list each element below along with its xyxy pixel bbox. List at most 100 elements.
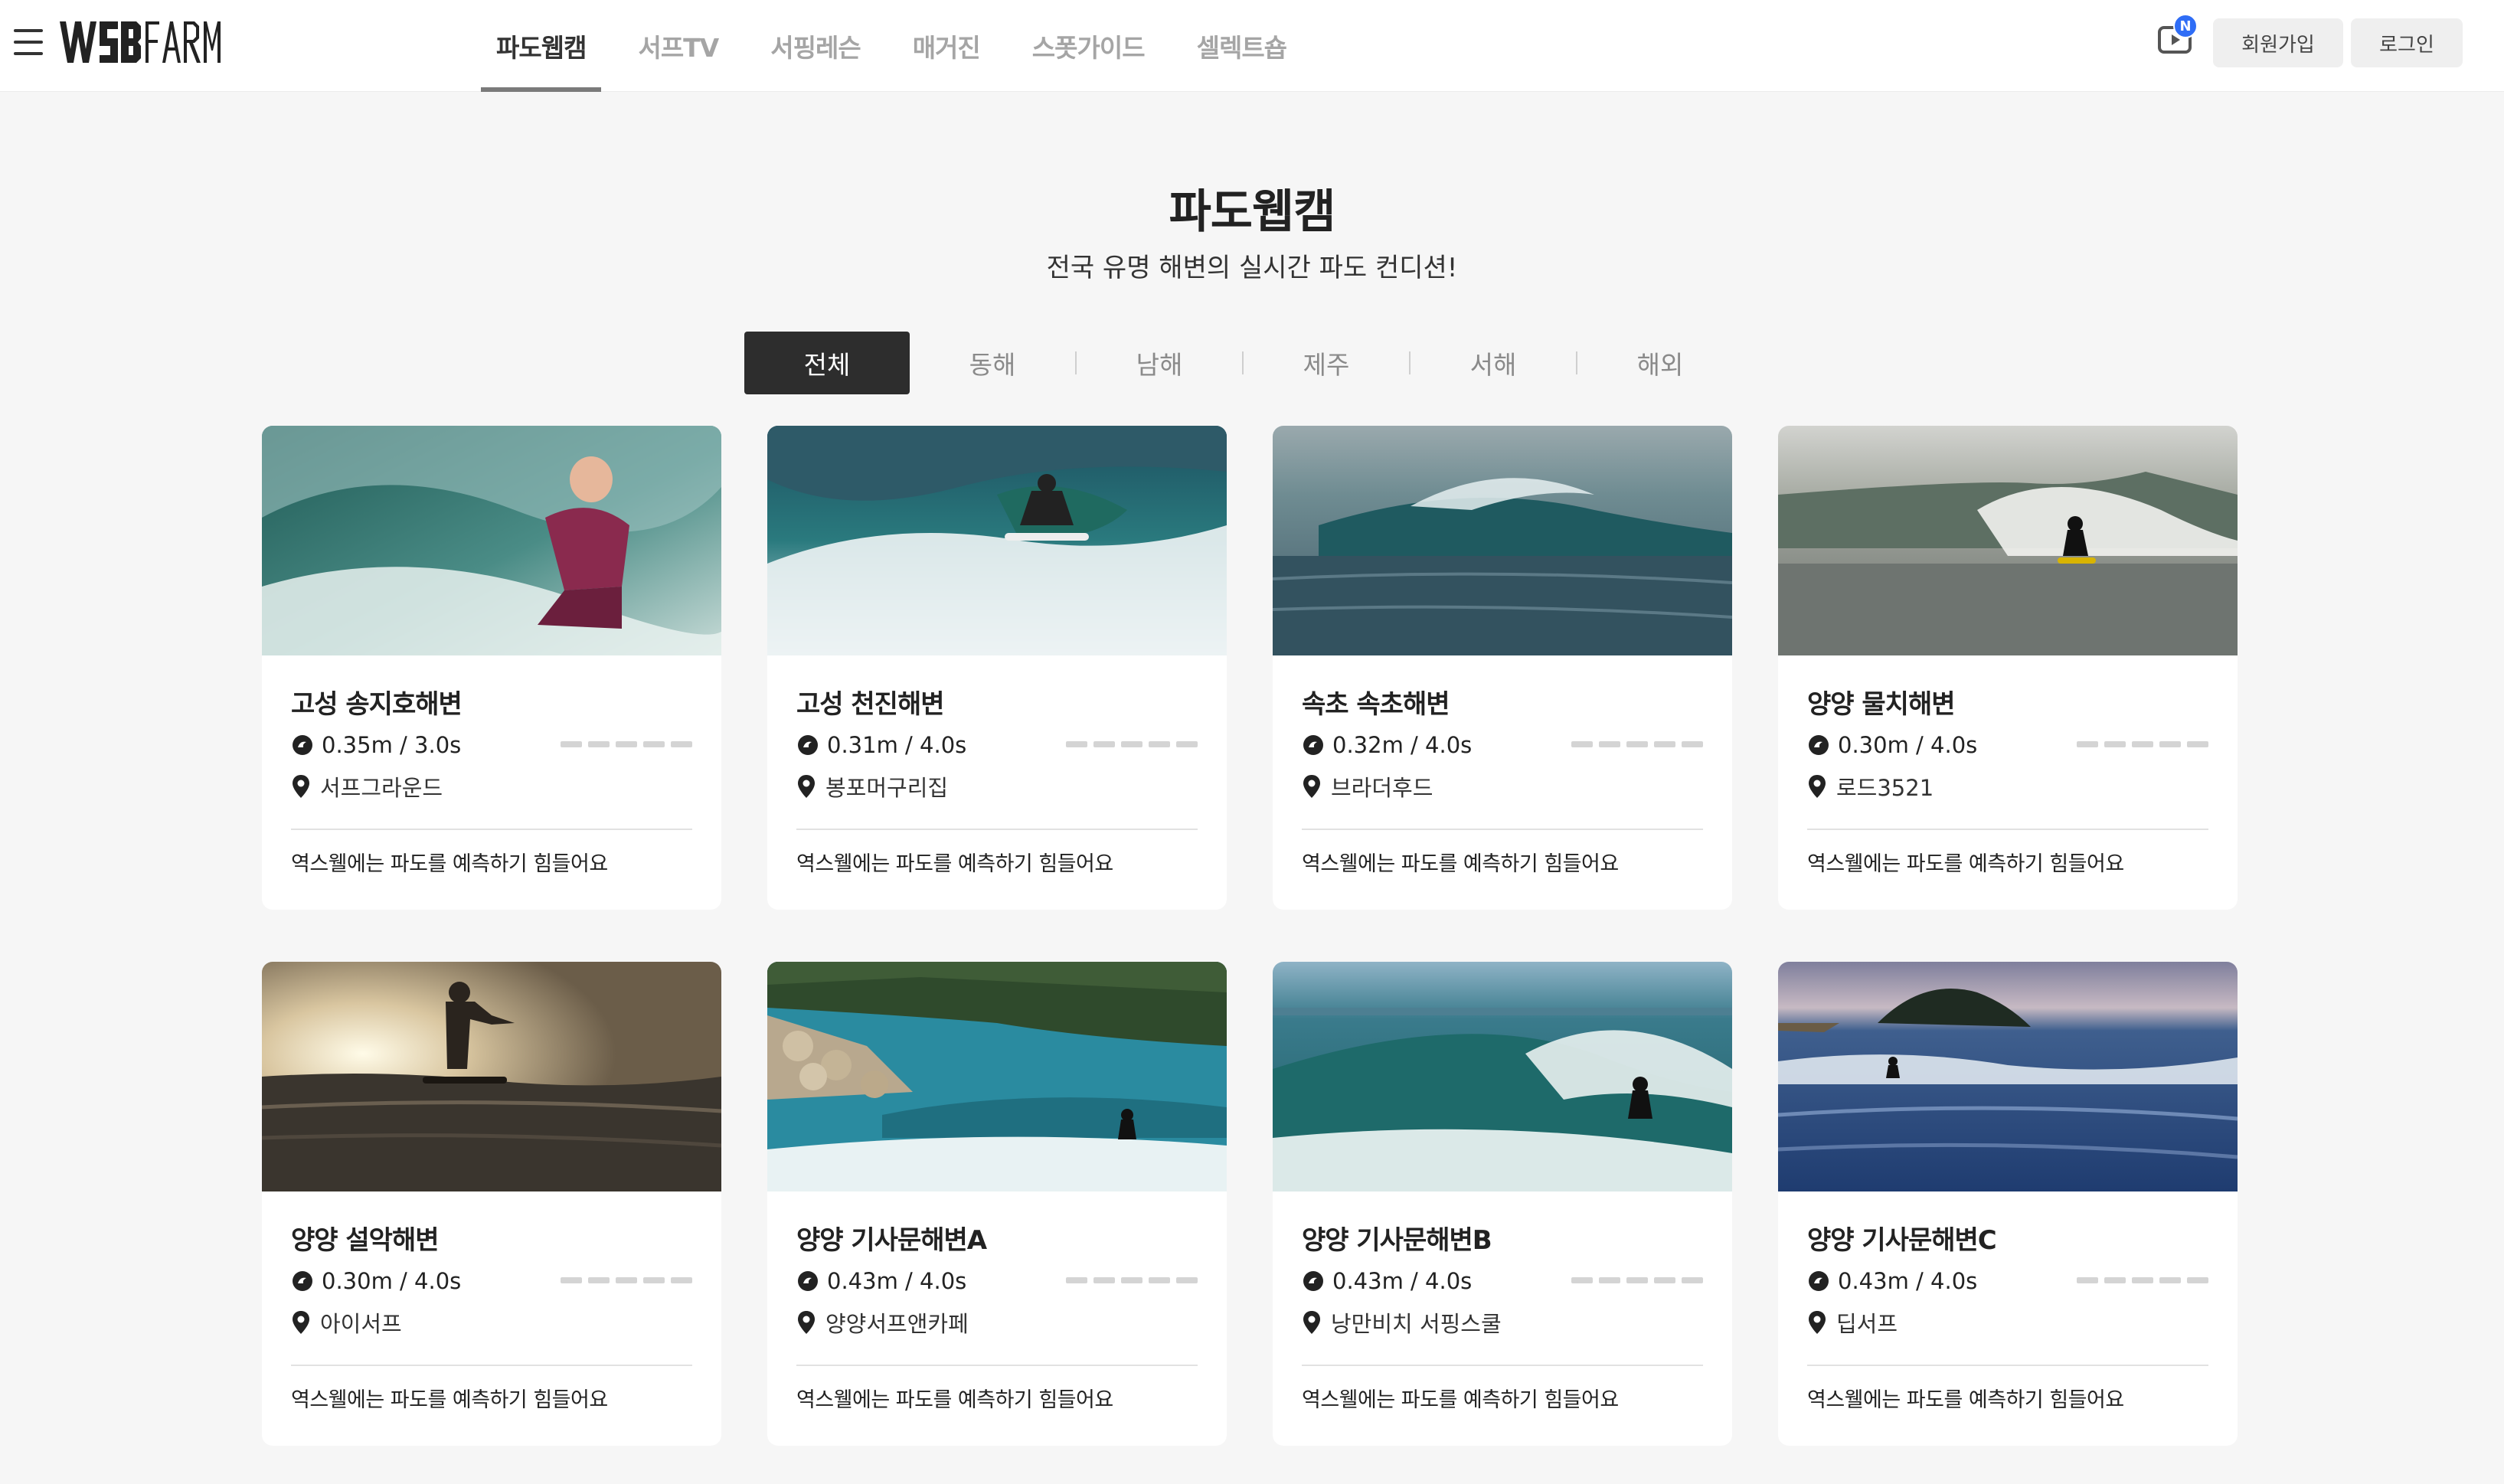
webcam-card[interactable]: 양양 설악해변 0.30m / 4.0s 아이서프 역스웰에는 파도를 예측하기… (262, 962, 721, 1446)
main-nav: 파도웹캠 서프TV 서핑레슨 매거진 스폿가이드 셀렉트숍 (481, 0, 1323, 92)
card-divider (1302, 1365, 1703, 1366)
wave-icon (293, 735, 312, 755)
wave-info: 0.35m / 3.0s (291, 732, 461, 758)
tab-east-sea[interactable]: 동해 (910, 332, 1075, 394)
wave-info: 0.43m / 4.0s (1302, 1268, 1472, 1294)
tab-jeju[interactable]: 제주 (1244, 332, 1409, 394)
wave-rating-bar (554, 741, 692, 747)
webcam-card[interactable]: 양양 물치해변 0.30m / 4.0s 로드3521 역스웰에는 파도를 예측… (1778, 426, 2238, 910)
location-info: 로드3521 (1807, 770, 1934, 802)
wave-icon (798, 1271, 818, 1291)
page-subtitle: 전국 유명 해변의 실시간 파도 컨디션! (1046, 253, 1458, 283)
wave-icon (1809, 735, 1829, 755)
location-info: 낭만비치 서핑스쿨 (1302, 1306, 1502, 1339)
location-pin-icon (1809, 1311, 1826, 1334)
wave-info: 0.43m / 4.0s (1807, 1268, 1977, 1294)
location-pin-icon (1303, 775, 1320, 798)
location-info: 봉포머구리집 (796, 770, 948, 802)
beach-name: 양양 설악해변 (291, 1225, 440, 1256)
login-button[interactable]: 로그인 (2351, 18, 2463, 67)
location-info: 딥서프 (1807, 1306, 1898, 1339)
wave-rating-bar (2071, 741, 2208, 747)
card-divider (1807, 1365, 2208, 1366)
beach-name: 고성 천진해변 (796, 689, 945, 720)
nav-item-spot-guide[interactable]: 스폿가이드 (1017, 0, 1160, 92)
location-info: 브라더후드 (1302, 770, 1433, 802)
beach-name: 양양 기사문해변B (1302, 1225, 1492, 1256)
webcam-thumbnail[interactable] (1273, 426, 1732, 655)
webcam-thumbnail[interactable] (262, 426, 721, 655)
wsb-farm-logo[interactable] (58, 18, 222, 66)
wave-icon (1303, 1271, 1323, 1291)
wave-height-period: 0.30m / 4.0s (322, 1268, 462, 1294)
wave-height-period: 0.32m / 4.0s (1332, 732, 1473, 758)
beach-name: 양양 물치해변 (1807, 689, 1956, 720)
tab-south-sea[interactable]: 남해 (1077, 332, 1242, 394)
shop-name: 낭만비치 서핑스쿨 (1331, 1311, 1502, 1337)
webcam-card[interactable]: 속초 속초해변 0.32m / 4.0s 브라더후드 역스웰에는 파도를 예측하… (1273, 426, 1732, 910)
location-pin-icon (293, 775, 309, 798)
forecast-note: 역스웰에는 파도를 예측하기 힘들어요 (1302, 852, 1619, 876)
nav-item-surf-lesson[interactable]: 서핑레슨 (755, 0, 875, 92)
nav-item-magazine[interactable]: 매거진 (897, 0, 995, 92)
beach-name: 양양 기사문해변C (1807, 1225, 1997, 1256)
location-pin-icon (798, 775, 815, 798)
wave-icon (293, 1271, 312, 1291)
webcam-thumbnail[interactable] (1778, 426, 2238, 655)
wave-rating-bar (1565, 741, 1703, 747)
wave-rating-bar (554, 1277, 692, 1283)
webcam-thumbnail[interactable] (262, 962, 721, 1191)
tab-all[interactable]: 전체 (744, 332, 910, 394)
card-divider (291, 829, 692, 830)
location-info: 양양서프앤카페 (796, 1306, 969, 1339)
wave-rating-bar (2071, 1277, 2208, 1283)
wave-icon (1303, 735, 1323, 755)
shop-name: 아이서프 (320, 1311, 402, 1337)
wave-height-period: 0.43m / 4.0s (827, 1268, 967, 1294)
webcam-thumbnail[interactable] (767, 426, 1227, 655)
card-divider (1807, 829, 2208, 830)
location-info: 서프그라운드 (291, 770, 443, 802)
webcam-thumbnail[interactable] (1778, 962, 2238, 1191)
shop-name: 봉포머구리집 (825, 775, 949, 801)
tab-west-sea[interactable]: 서해 (1411, 332, 1576, 394)
shop-name: 브라더후드 (1331, 775, 1433, 801)
wave-height-period: 0.30m / 4.0s (1838, 732, 1978, 758)
forecast-note: 역스웰에는 파도를 예측하기 힘들어요 (291, 1388, 608, 1412)
notification-badge: N (2173, 14, 2198, 38)
card-divider (1302, 829, 1703, 830)
wave-icon (1809, 1271, 1829, 1291)
wave-info: 0.30m / 4.0s (291, 1268, 461, 1294)
card-divider (796, 829, 1198, 830)
beach-name: 속초 속초해변 (1302, 689, 1450, 720)
wave-height-period: 0.43m / 4.0s (1838, 1268, 1978, 1294)
webcam-card[interactable]: 양양 기사문해변A 0.43m / 4.0s 양양서프앤카페 역스웰에는 파도를… (767, 962, 1227, 1446)
nav-item-surf-tv[interactable]: 서프TV (623, 0, 734, 92)
location-pin-icon (293, 1311, 309, 1334)
shop-name: 서프그라운드 (320, 775, 443, 801)
wave-icon (798, 735, 818, 755)
signup-button[interactable]: 회원가입 (2213, 18, 2343, 67)
webcam-card[interactable]: 양양 기사문해변B 0.43m / 4.0s 낭만비치 서핑스쿨 역스웰에는 파… (1273, 962, 1732, 1446)
forecast-note: 역스웰에는 파도를 예측하기 힘들어요 (796, 1388, 1113, 1412)
wave-rating-bar (1060, 741, 1198, 747)
wave-info: 0.43m / 4.0s (796, 1268, 966, 1294)
card-divider (291, 1365, 692, 1366)
shop-name: 양양서프앤카페 (825, 1311, 969, 1337)
card-divider (796, 1365, 1198, 1366)
webcam-thumbnail[interactable] (767, 962, 1227, 1191)
region-tabs: 전체 동해 남해 제주 서해 해외 (744, 332, 1743, 394)
menu-icon[interactable] (14, 29, 44, 55)
nav-item-webcam[interactable]: 파도웹캠 (481, 0, 602, 92)
webcam-thumbnail[interactable] (1273, 962, 1732, 1191)
wave-info: 0.32m / 4.0s (1302, 732, 1472, 758)
webcam-card-grid: 고성 송지호해변 0.35m / 3.0s 서프그라운드 역스웰에는 파도를 예… (262, 426, 2238, 1484)
wave-height-period: 0.35m / 3.0s (322, 732, 462, 758)
webcam-card[interactable]: 양양 기사문해변C 0.43m / 4.0s 딥서프 역스웰에는 파도를 예측하… (1778, 962, 2238, 1446)
page-title: 파도웹캠 (1169, 185, 1336, 239)
tab-overseas[interactable]: 해외 (1577, 332, 1743, 394)
site-header: 파도웹캠 서프TV 서핑레슨 매거진 스폿가이드 셀렉트숍 N 회원가입 로그인 (0, 0, 2504, 92)
webcam-card[interactable]: 고성 천진해변 0.31m / 4.0s 봉포머구리집 역스웰에는 파도를 예측… (767, 426, 1227, 910)
webcam-card[interactable]: 고성 송지호해변 0.35m / 3.0s 서프그라운드 역스웰에는 파도를 예… (262, 426, 721, 910)
nav-item-select-shop[interactable]: 셀렉트숍 (1182, 0, 1302, 92)
